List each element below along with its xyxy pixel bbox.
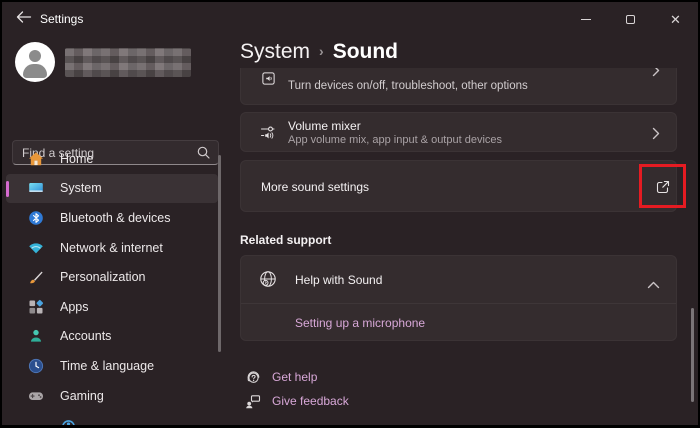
help-card-body: Setting up a microphone [241,304,676,342]
card-subtitle: App volume mix, app input & output devic… [288,134,502,146]
close-button[interactable]: ✕ [653,2,698,36]
titlebar: Settings ✕ [2,2,698,36]
sidebar-item-personalization[interactable]: Personalization [6,262,218,292]
sidebar-item-label: Network & internet [60,241,163,255]
breadcrumb: System › Sound [240,40,398,64]
system-icon [28,180,44,196]
related-support-heading: Related support [240,233,692,247]
gaming-icon [28,388,44,404]
chevron-right-icon [652,68,660,82]
minimize-button[interactable] [563,2,608,36]
avatar-head-shape [29,50,41,62]
all-sound-devices-card[interactable]: Turn devices on/off, troubleshoot, other… [240,68,677,105]
card-subtitle: Turn devices on/off, troubleshoot, other… [288,80,528,92]
card-title: Volume mixer [288,119,361,133]
card-title: Help with Sound [295,273,382,287]
sidebar-nav: Home System [6,144,218,410]
card-title: More sound settings [261,180,369,194]
close-icon: ✕ [670,13,681,26]
user-name-redacted [65,48,191,77]
sidebar-item-network[interactable]: Network & internet [6,233,218,263]
avatar-body-shape [23,64,47,78]
sidebar-item-accounts[interactable]: Accounts [6,322,218,352]
chevron-up-icon[interactable] [647,276,660,294]
sidebar-item-label: Home [60,152,93,166]
get-help-row: Get help [245,368,692,386]
chevron-right-icon [652,127,660,145]
sidebar-item-label: System [60,181,102,195]
sidebar-item-label: Gaming [60,389,104,403]
network-icon [28,240,44,256]
sidebar-item-gaming[interactable]: Gaming [6,381,218,411]
bluetooth-icon [28,210,44,226]
home-icon [28,151,44,167]
get-help-link[interactable]: Get help [272,370,317,384]
sidebar-item-bluetooth[interactable]: Bluetooth & devices [6,203,218,233]
window-title: Settings [40,12,83,26]
volume-mixer-icon [260,124,277,146]
maximize-icon [626,15,635,24]
minimize-icon [581,19,591,20]
time-language-icon [28,358,44,374]
settings-window: Settings ✕ [2,2,698,425]
sidebar-item-label: Personalization [60,270,145,284]
give-feedback-row: Give feedback [245,392,692,410]
selected-accent-bar [6,181,9,197]
sidebar-item-label: Time & language [60,359,154,373]
breadcrumb-parent[interactable]: System [240,40,310,63]
sidebar-item-home[interactable]: Home [6,144,218,174]
sound-device-icon [261,71,276,91]
help-with-sound-card: Help with Sound Setting up a microphone [240,255,677,341]
help-card-header[interactable]: Help with Sound [241,256,676,303]
sidebar-item-label: Bluetooth & devices [60,211,171,225]
sidebar-item-apps[interactable]: Apps [6,292,218,322]
sidebar-item-time-language[interactable]: Time & language [6,351,218,381]
settings-scroll-area: Turn devices on/off, troubleshoot, other… [240,68,692,425]
give-feedback-link[interactable]: Give feedback [272,394,349,408]
page-title: Sound [333,40,398,63]
more-sound-settings-card[interactable]: More sound settings [240,160,677,212]
maximize-button[interactable] [608,2,653,36]
help-link-setting-up-microphone[interactable]: Setting up a microphone [295,316,425,330]
personalization-icon [28,269,44,285]
sidebar-item-label: Accounts [60,329,111,343]
help-globe-icon [258,269,278,294]
sidebar: Home System [2,36,232,425]
give-feedback-icon [245,393,262,415]
apps-icon [28,299,44,315]
window-controls: ✕ [563,2,698,36]
main-scrollbar[interactable] [691,308,694,402]
sidebar-item-label: Apps [60,300,89,314]
avatar[interactable] [15,42,55,82]
sidebar-scrollbar[interactable] [218,155,221,352]
get-help-icon [245,369,262,391]
annotation-highlight-box [639,164,686,208]
accounts-icon [28,328,44,344]
accessibility-icon-partial [62,420,75,425]
sidebar-item-system[interactable]: System [6,174,218,204]
volume-mixer-card[interactable]: Volume mixer App volume mix, app input &… [240,112,677,152]
breadcrumb-separator: › [319,43,324,59]
back-arrow-icon [16,10,32,24]
back-button[interactable] [14,10,34,28]
